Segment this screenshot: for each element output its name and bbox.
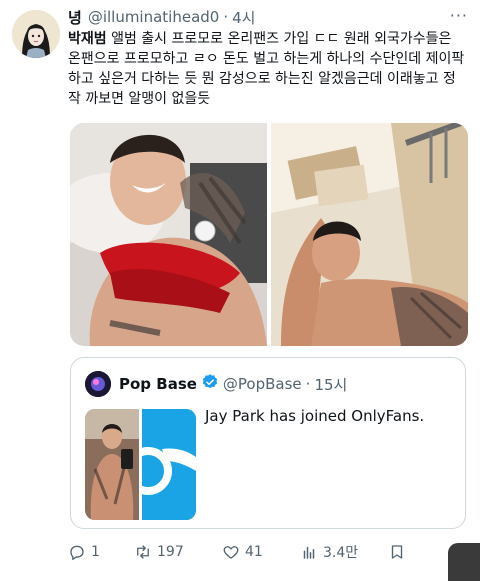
tweet-text-body: 앨범 출시 프로모로 온리팬즈 가입 ㄷㄷ 원래 외국가수들은 온팬으로 프로모… — [68, 31, 465, 107]
retweet-count: 197 — [157, 544, 184, 560]
bookmark-button[interactable] — [388, 543, 411, 561]
reply-count: 1 — [91, 544, 100, 560]
tweet-text-bold: 박재범 — [68, 31, 107, 47]
popbase-avatar[interactable] — [85, 371, 111, 397]
popbase-logo-icon — [85, 371, 111, 397]
media-photo-1[interactable] — [70, 123, 267, 346]
quoted-tweet-text: Jay Park has joined OnlyFans. — [205, 407, 425, 425]
more-options-icon[interactable]: ··· — [450, 6, 468, 25]
views-button[interactable]: 3.4만 — [300, 542, 388, 562]
quoted-time[interactable]: 15시 — [314, 374, 347, 395]
quoted-author-name[interactable]: Pop Base — [119, 375, 197, 393]
photo-1-illustration — [70, 123, 267, 346]
like-button[interactable]: 41 — [222, 543, 300, 561]
author-handle[interactable]: @illuminatihead0 — [88, 8, 220, 26]
tweet-header: 녕 @illuminatihead0 · 4시 ··· — [68, 6, 468, 28]
photo-2-illustration — [271, 123, 468, 346]
view-count: 3.4만 — [323, 545, 359, 561]
author-avatar[interactable] — [12, 10, 60, 58]
corner-overlay — [448, 543, 480, 581]
onlyfans-logo — [142, 409, 196, 520]
retweet-icon — [137, 545, 149, 559]
quoted-author-handle[interactable]: @PopBase — [223, 375, 302, 393]
quoted-tweet-header: Pop Base @PopBase · 15시 — [85, 371, 347, 397]
like-count: 41 — [245, 544, 263, 560]
onlyfans-logo-icon — [142, 409, 196, 520]
meta-separator: · — [223, 8, 229, 26]
tweet-media — [70, 123, 468, 346]
tweet-time[interactable]: 4시 — [232, 7, 255, 28]
verified-badge-icon — [201, 373, 219, 395]
quoted-separator: · — [305, 375, 311, 393]
heart-icon — [223, 546, 239, 559]
quoted-tweet[interactable]: Pop Base @PopBase · 15시 Jay Park has joi… — [70, 357, 466, 529]
reply-icon — [70, 545, 84, 560]
tweet-actions: 1 197 41 3.4만 — [68, 540, 424, 564]
retweet-button[interactable]: 197 — [134, 543, 222, 561]
views-chart-icon — [303, 546, 315, 559]
quoted-photo — [85, 409, 139, 520]
bookmark-icon — [391, 545, 403, 559]
avatar-illustration — [12, 10, 60, 58]
tweet-text: 박재범 앨범 출시 프로모로 온리팬즈 가입 ㄷㄷ 원래 외국가수들은 온팬으로… — [68, 29, 468, 109]
author-name[interactable]: 녕 — [68, 7, 82, 28]
media-photo-2[interactable] — [271, 123, 468, 346]
reply-button[interactable]: 1 — [68, 543, 134, 561]
quoted-media[interactable] — [85, 409, 196, 520]
